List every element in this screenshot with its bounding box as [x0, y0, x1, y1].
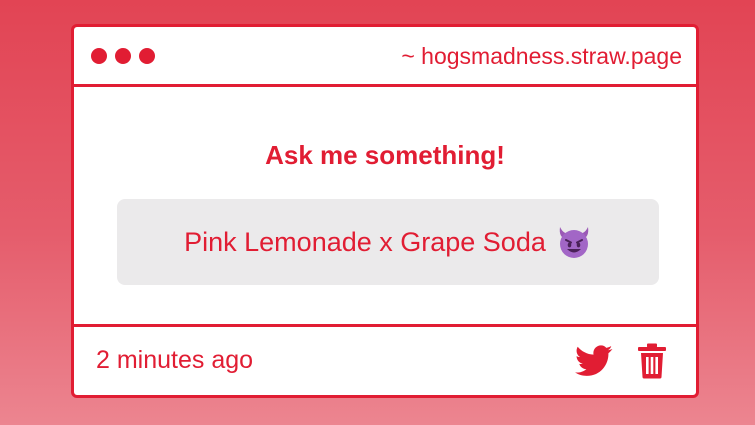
window-titlebar: ~ hogsmadness.straw.page: [74, 27, 696, 87]
window-dot-icon: [115, 48, 131, 64]
trash-icon: [638, 343, 666, 379]
page-title: Ask me something!: [265, 140, 505, 170]
answer-text: Pink Lemonade x Grape Soda: [184, 226, 546, 257]
card-body: Ask me something! Pink Lemonade x Grape …: [74, 87, 696, 330]
timestamp: 2 minutes ago: [96, 346, 254, 374]
window-dot-icon: [139, 48, 155, 64]
answer-box: Pink Lemonade x Grape Soda: [117, 199, 659, 285]
twitter-icon: [575, 345, 613, 376]
site-url[interactable]: ~ hogsmadness.straw.page: [401, 41, 682, 71]
question-card: ~ hogsmadness.straw.page Ask me somethin…: [71, 24, 699, 398]
window-dot-icon: [91, 48, 107, 64]
share-twitter-button[interactable]: [574, 341, 614, 381]
delete-button[interactable]: [635, 341, 669, 381]
smiling-face-with-horns-icon: [559, 227, 589, 258]
card-footer: 2 minutes ago: [74, 324, 696, 395]
